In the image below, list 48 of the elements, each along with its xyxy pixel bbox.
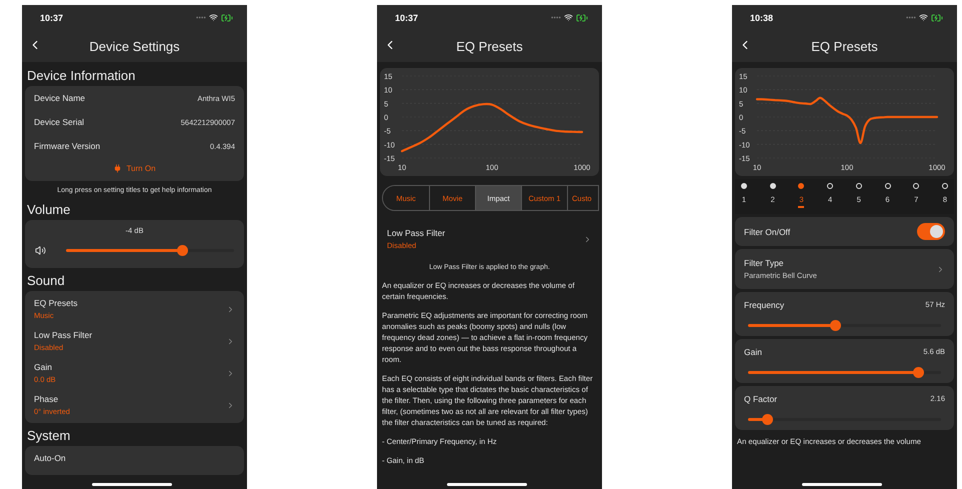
status-time: 10:38 — [750, 12, 774, 22]
info-label: Firmware Version — [34, 141, 100, 151]
status-time: 10:37 — [40, 12, 64, 22]
chevron-right-icon — [226, 336, 235, 346]
section-heading: Device Information — [26, 67, 136, 83]
slider-thumb[interactable] — [912, 367, 924, 378]
setting-title: EQ Presets — [34, 298, 78, 308]
plug-icon — [113, 164, 122, 173]
wifi-icon — [209, 13, 218, 22]
section-heading: System — [26, 427, 72, 443]
battery-icon — [931, 12, 943, 24]
screen-title: EQ Presets — [456, 38, 523, 54]
chevron-right-icon — [226, 368, 235, 378]
setting-title: Gain — [34, 362, 53, 372]
chevron-right-icon — [583, 234, 592, 244]
chevron-right-icon — [936, 264, 945, 274]
slider-thumb[interactable] — [762, 414, 774, 425]
slider-label: Gain — [744, 347, 762, 357]
wifi-icon — [564, 13, 573, 22]
setting-title: Filter Type — [744, 258, 785, 268]
signal-dots-icon — [196, 16, 206, 19]
battery-icon — [221, 12, 233, 24]
section-heading: Volume — [26, 201, 72, 217]
slider-thumb[interactable] — [176, 245, 188, 256]
screen-title: Device Settings — [89, 38, 180, 54]
chevron-right-icon — [226, 304, 235, 314]
setting-title: Phase — [34, 394, 60, 404]
speaker-icon — [35, 245, 46, 256]
info-label: Device Serial — [34, 117, 84, 127]
slider-label: Q Factor — [744, 394, 778, 404]
signal-dots-icon — [551, 16, 561, 19]
settings-row[interactable]: Auto-On — [25, 448, 244, 473]
toggle-label: Filter On/Off — [744, 226, 790, 236]
turn-on-button[interactable]: Turn On — [113, 158, 156, 181]
setting-title: Low Pass Filter — [387, 228, 446, 238]
section-heading: Sound — [26, 272, 66, 288]
setting-title: Auto-On — [34, 453, 66, 463]
chevron-right-icon — [226, 400, 235, 410]
setting-title: Low Pass Filter — [34, 330, 92, 340]
slider-thumb[interactable] — [830, 320, 841, 331]
battery-icon — [576, 12, 588, 24]
status-time: 10:37 — [395, 12, 418, 22]
info-label: Device Name — [34, 93, 86, 103]
wifi-icon — [919, 13, 928, 22]
filter-switch[interactable] — [917, 223, 945, 240]
screen-title: EQ Presets — [811, 38, 878, 54]
slider-label: Frequency — [744, 300, 784, 310]
signal-dots-icon — [906, 16, 916, 19]
